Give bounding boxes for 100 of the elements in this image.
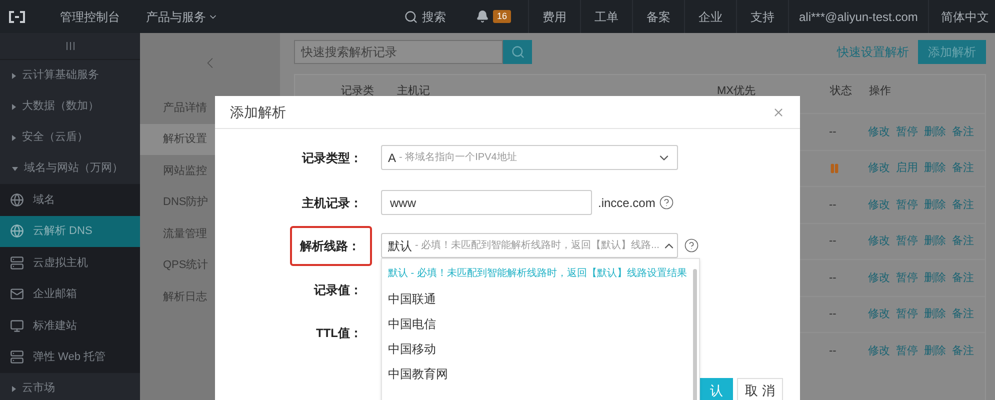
field-label: 主机记录： <box>302 194 363 212</box>
select-field[interactable]: 默认 - 必填！未匹配到智能解析线路时，返回【默认】线路... <box>381 233 678 258</box>
search-button[interactable] <box>503 40 532 64</box>
field-label: 解析线路： <box>290 226 372 266</box>
sidebar-item[interactable]: 云解析 DNS <box>0 216 140 247</box>
row-action-link[interactable]: 删除 <box>924 233 946 250</box>
product-icon <box>10 192 24 207</box>
row-action-link[interactable]: 删除 <box>924 124 946 140</box>
row-action-link[interactable]: 修改 <box>868 306 890 322</box>
dropdown-option[interactable]: 中国联通 <box>382 286 436 311</box>
scrollbar-thumb[interactable] <box>693 269 697 400</box>
sidebar-group[interactable]: 域名与网站（万网） <box>0 153 140 184</box>
row-action-link[interactable]: 备注 <box>952 196 974 213</box>
select-field[interactable]: A - 将域名指向一个IPV4地址 <box>381 145 678 170</box>
product-icon <box>10 318 24 333</box>
cancel-button[interactable]: 取 消 <box>737 378 783 400</box>
row-action-link[interactable]: 删除 <box>924 306 946 322</box>
product-icon <box>10 256 24 270</box>
search-icon <box>404 10 418 24</box>
sidebar-group[interactable]: 安全（云盾） <box>0 122 140 153</box>
row-action-link[interactable]: 删除 <box>924 160 946 176</box>
column-header: 操作 <box>869 84 892 99</box>
notification-badge: 16 <box>493 10 512 24</box>
sidebar-group-label: 大数据（数加） <box>22 99 99 114</box>
column-header: 记录类 <box>341 84 375 99</box>
handle-icon[interactable] <box>66 42 74 50</box>
row-action-link[interactable]: 修改 <box>868 124 890 140</box>
input-field[interactable]: www <box>381 190 592 215</box>
row-action-link[interactable]: 修改 <box>868 233 890 250</box>
search-field[interactable]: 快速搜索解析记录 <box>294 40 503 64</box>
help-icon[interactable] <box>659 195 674 210</box>
sidebar-group-label: 云市场 <box>22 380 55 396</box>
dialog-title: 添加解析 <box>230 102 286 122</box>
domain-suffix: .incce.com <box>598 194 656 212</box>
row-action-link[interactable]: 删除 <box>924 342 946 359</box>
language-link[interactable]: 简体中文 <box>928 0 989 33</box>
nav-link[interactable]: 企业 <box>684 0 736 33</box>
row-action-link[interactable]: 备注 <box>952 270 974 286</box>
nav-link[interactable]: 备案 <box>632 0 684 33</box>
confirm-button[interactable]: 认 <box>700 378 733 400</box>
row-action-link[interactable]: 删除 <box>924 270 946 286</box>
row-action-link[interactable]: 修改 <box>868 160 890 176</box>
sidebar-item[interactable]: 弹性 Web 托管 <box>0 342 140 373</box>
dropdown-option[interactable]: 中国电信 <box>382 311 436 336</box>
logo-icon[interactable] <box>8 10 26 22</box>
bell-icon[interactable] <box>476 10 489 23</box>
status-cell: -- <box>829 235 836 247</box>
account-link[interactable]: ali***@aliyun-test.com <box>788 0 928 33</box>
field-label: TTL值： <box>316 324 363 342</box>
add-record-button[interactable]: 添加解析 <box>918 40 986 64</box>
sidebar-item[interactable]: 标准建站 <box>0 310 140 342</box>
dropdown-option[interactable]: 默认 - 必填！未匹配到智能解析线路时，返回【默认】线路设置结果 <box>382 261 687 286</box>
row-action-link[interactable]: 备注 <box>952 233 974 250</box>
search-icon <box>510 45 524 59</box>
status-cell: -- <box>829 198 836 210</box>
row-action-link[interactable]: 暂停 <box>896 124 918 140</box>
dropdown-option[interactable]: 中国教育网 <box>382 361 448 386</box>
dropdown-option[interactable]: 中国移动 <box>382 336 436 361</box>
sidebar-group[interactable]: 云计算基础服务 <box>0 60 140 91</box>
nav-link[interactable]: 费用 <box>528 0 580 33</box>
row-action-link[interactable]: 修改 <box>868 196 890 213</box>
product-icon <box>10 287 24 302</box>
sidebar-group[interactable]: 大数据（数加） <box>0 91 140 122</box>
row-action-link[interactable]: 删除 <box>924 196 946 213</box>
row-action-link[interactable]: 备注 <box>952 306 974 322</box>
row-action-link[interactable]: 修改 <box>868 270 890 286</box>
products-menu[interactable]: 产品与服务 <box>146 8 218 26</box>
row-action-link[interactable]: 备注 <box>952 342 974 359</box>
nav-link[interactable]: 支持 <box>736 0 788 33</box>
search-button[interactable]: 搜索 <box>404 8 446 26</box>
quick-setup-link[interactable]: 快速设置解析 <box>837 43 909 61</box>
sidebar-group[interactable]: 云市场 <box>0 373 140 400</box>
sidebar-item[interactable]: 域名 <box>0 184 140 216</box>
row-action-link[interactable]: 暂停 <box>896 233 918 250</box>
status-cell: -- <box>829 126 836 138</box>
status-cell: -- <box>829 344 836 356</box>
row-action-link[interactable]: 备注 <box>952 124 974 140</box>
row-action-link[interactable]: 修改 <box>868 342 890 359</box>
field-label: 记录值： <box>314 282 363 298</box>
close-icon[interactable] <box>772 106 785 118</box>
row-action-link[interactable]: 暂停 <box>896 342 918 359</box>
sidebar-group-label: 域名与网站（万网） <box>24 161 123 176</box>
row-action-link[interactable]: 暂停 <box>896 306 918 322</box>
console-title[interactable]: 管理控制台 <box>60 8 120 26</box>
nav-link[interactable]: 工单 <box>580 0 632 33</box>
sidebar-group-label: 云计算基础服务 <box>22 68 99 84</box>
field-label: 记录类型： <box>302 150 363 166</box>
status-cell: -- <box>829 272 836 284</box>
sidebar-group-label: 安全（云盾） <box>22 130 88 146</box>
sidebar-item[interactable]: 云虚拟主机 <box>0 247 140 278</box>
row-action-link[interactable]: 备注 <box>952 160 974 176</box>
column-header: MX优先 <box>717 84 756 99</box>
column-header: 主机记 <box>397 84 431 99</box>
row-action-link[interactable]: 暂停 <box>896 196 918 213</box>
column-header: 状态 <box>830 84 853 99</box>
row-action-link[interactable]: 暂停 <box>896 270 918 286</box>
row-action-link[interactable]: 启用 <box>896 160 918 176</box>
help-icon[interactable] <box>684 238 699 253</box>
product-icon <box>10 224 24 238</box>
sidebar-item[interactable]: 企业邮箱 <box>0 278 140 310</box>
